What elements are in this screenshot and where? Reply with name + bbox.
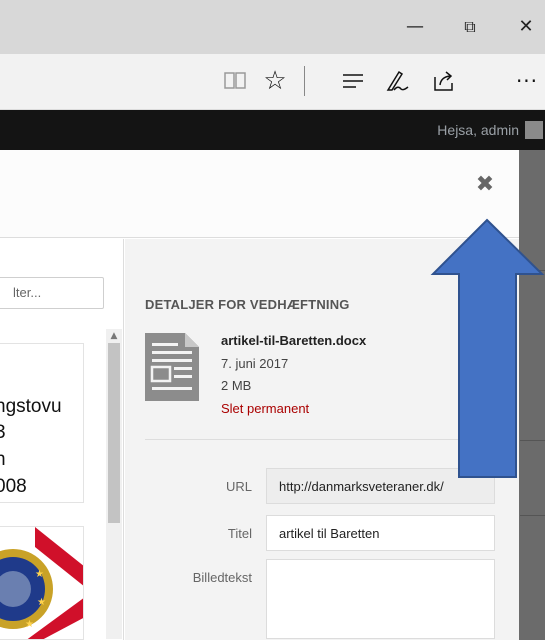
attachments-pane: lter... ngstovu 3 n 008 ★ ★ ★ (0, 239, 124, 640)
attachment-filename: artikel-til-Baretten.docx (221, 333, 367, 348)
thumb-text-line: 008 (0, 476, 27, 497)
share-icon[interactable] (427, 64, 461, 98)
toolbar-separator (304, 66, 305, 96)
attachment-date: 7. juni 2017 (221, 356, 289, 371)
admin-greeting[interactable]: Hejsa, admin (437, 122, 519, 138)
svg-text:★: ★ (37, 597, 46, 608)
annotation-up-arrow (430, 218, 545, 478)
thumb-text-line: ngstovu (0, 396, 62, 417)
delete-permanently-link[interactable]: Slet permanent (221, 401, 309, 416)
hub-icon[interactable] (336, 64, 370, 98)
modal-close-button[interactable]: ✖ (470, 170, 500, 200)
web-note-icon[interactable] (380, 64, 414, 98)
scroll-thumb[interactable] (108, 343, 120, 523)
browser-toolbar: ☆ ··· (0, 54, 545, 110)
favorite-star-icon[interactable]: ☆ (258, 64, 292, 98)
reading-view-icon[interactable] (218, 64, 252, 98)
thumb-text-line: n (0, 449, 6, 471)
more-icon[interactable]: ··· (510, 64, 544, 98)
url-value: http://danmarksveteraner.dk/ (279, 479, 444, 494)
attachments-scrollbar[interactable]: ▲ (106, 329, 122, 639)
minimize-button[interactable]: — (400, 14, 430, 40)
thumb-text-line: 3 (0, 422, 6, 444)
caption-label: Billedtekst (192, 570, 252, 585)
search-placeholder: lter... (13, 285, 42, 300)
svg-text:★: ★ (25, 619, 34, 630)
attachment-size: 2 MB (221, 378, 252, 393)
screen: — ⧉ ✕ ☆ ··· Hejsa, admin ✖ lter... ngsto… (0, 0, 545, 640)
avatar[interactable] (525, 121, 543, 139)
scroll-up-icon[interactable]: ▲ (106, 329, 122, 343)
svg-text:★: ★ (35, 569, 44, 580)
title-field[interactable]: artikel til Baretten (266, 515, 495, 551)
search-input[interactable]: lter... (0, 277, 104, 309)
caption-field[interactable] (266, 559, 495, 639)
document-file-icon (145, 333, 199, 401)
wp-admin-bar: Hejsa, admin (0, 110, 545, 150)
title-value: artikel til Baretten (279, 526, 380, 541)
title-label: Titel (227, 526, 252, 541)
backdrop-line (520, 515, 545, 516)
attachment-thumbnail-image[interactable]: ★ ★ ★ (0, 526, 84, 640)
close-window-button[interactable]: ✕ (511, 14, 541, 40)
url-label: URL (225, 479, 252, 494)
attachment-thumbnail-document[interactable]: ngstovu 3 n 008 (0, 343, 84, 503)
details-heading: DETALJER FOR VEDHÆFTNING (145, 297, 350, 312)
restore-button[interactable]: ⧉ (455, 14, 485, 40)
browser-title-bar: — ⧉ ✕ (0, 0, 545, 54)
emblem-image: ★ ★ ★ (0, 527, 83, 639)
